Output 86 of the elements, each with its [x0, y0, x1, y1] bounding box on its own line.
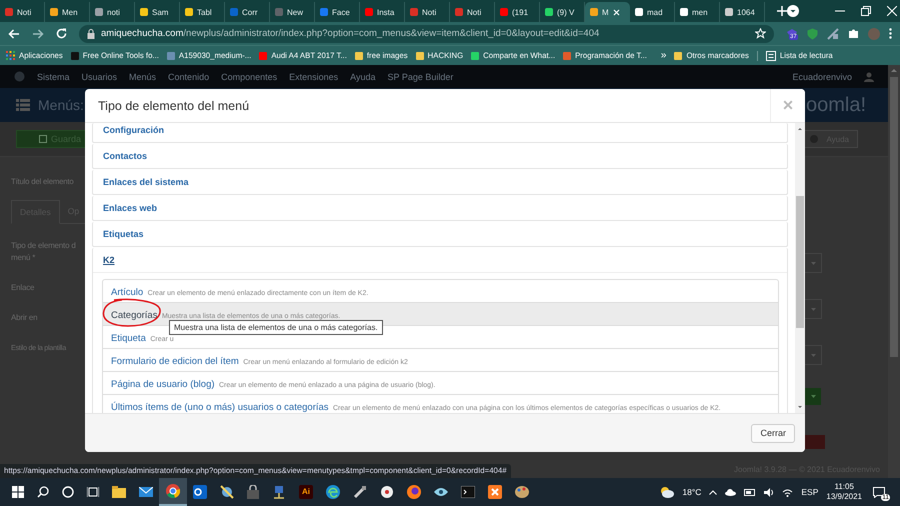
- nav-menu-item[interactable]: Extensiones: [289, 72, 338, 82]
- accordion-header[interactable]: Etiquetas: [93, 222, 787, 246]
- forward-icon[interactable]: [32, 28, 44, 38]
- nav-menu-item[interactable]: Menús: [129, 72, 156, 82]
- bookmark-icon: [416, 52, 424, 60]
- close-icon[interactable]: [887, 6, 897, 16]
- xampp-icon[interactable]: [488, 485, 502, 499]
- lock-icon[interactable]: [247, 485, 259, 499]
- network-icon[interactable]: [272, 485, 286, 499]
- caret-icon: [810, 354, 816, 356]
- nav-menu-item[interactable]: Ayuda: [350, 72, 376, 82]
- firefox-icon[interactable]: [407, 485, 421, 499]
- apps-grid-icon: [6, 51, 15, 60]
- caret-icon: [810, 308, 816, 310]
- terminal-icon[interactable]: [461, 486, 475, 498]
- site-link[interactable]: Ecuadorenvivo: [792, 72, 852, 82]
- star-icon[interactable]: [755, 28, 766, 39]
- outlook-icon[interactable]: [193, 485, 207, 499]
- dropdown-icon[interactable]: [787, 5, 799, 17]
- accordion-header[interactable]: Enlaces del sistema: [93, 170, 787, 194]
- temperature: 18°C: [682, 487, 702, 497]
- accordion-header[interactable]: Enlaces web: [93, 196, 787, 220]
- nav-menu-item[interactable]: SP Page Builder: [388, 72, 454, 82]
- nav-menu-item[interactable]: Sistema: [37, 72, 70, 82]
- windows-logo-icon[interactable]: [12, 486, 24, 498]
- chrome-icon: [166, 484, 180, 498]
- accordion-header[interactable]: Contactos: [93, 144, 787, 168]
- bookmark-icon: [563, 52, 572, 60]
- scrollbar[interactable]: [888, 65, 900, 478]
- more-bookmarks-button[interactable]: »: [660, 50, 666, 61]
- bookmark-icon: [259, 52, 268, 60]
- reload-icon[interactable]: [56, 28, 67, 39]
- edge-icon[interactable]: [326, 485, 340, 499]
- close-button[interactable]: Cerrar: [751, 424, 795, 442]
- tooltip: Muestra una lista de elementos de una o más categorías.: [169, 320, 383, 335]
- mail-icon[interactable]: [139, 487, 153, 497]
- speaker-icon[interactable]: [764, 488, 774, 496]
- browser-tab[interactable]: M: [585, 2, 630, 22]
- wifi-icon[interactable]: [782, 488, 794, 496]
- clock-date[interactable]: 13/9/2021: [826, 492, 862, 502]
- lock-icon: [87, 28, 95, 38]
- cloud-icon[interactable]: [725, 488, 736, 496]
- url-text: amiquechucha.com/newplus/administrator/index.php?option=com_menus&view=item&client_id=0&layout=edit&id=404: [101, 28, 600, 39]
- disc-icon[interactable]: [380, 485, 394, 499]
- bookmark-icon: [354, 52, 363, 60]
- taskbar-app[interactable]: [159, 478, 187, 506]
- bookmark-icon: [471, 52, 480, 60]
- maximize-icon[interactable]: [861, 6, 871, 16]
- palette-icon[interactable]: [515, 485, 529, 499]
- folder-icon: [674, 52, 682, 60]
- scrollbar[interactable]: [795, 123, 805, 413]
- close-icon[interactable]: [612, 8, 620, 16]
- bookmark-icon: [166, 52, 175, 60]
- weather-icon: [660, 486, 674, 498]
- search-icon[interactable]: [37, 486, 49, 498]
- list-icon: [16, 99, 30, 111]
- page-title: Menús:: [38, 97, 84, 113]
- button[interactable]: [805, 388, 821, 405]
- usb-drive-icon[interactable]: [353, 485, 367, 499]
- folder-icon[interactable]: [112, 486, 126, 498]
- dialog-title: Tipo de elemento del menú: [97, 98, 250, 112]
- caret-up-icon[interactable]: [709, 490, 718, 494]
- puzzle-icon[interactable]: [848, 28, 859, 39]
- circle-icon[interactable]: [62, 486, 74, 498]
- new-tab-icon[interactable]: [777, 6, 787, 16]
- edit-icon: [38, 135, 47, 143]
- bookmark-icon: [70, 52, 79, 60]
- accordion-header[interactable]: Configuración: [93, 123, 787, 142]
- back-icon[interactable]: [8, 28, 20, 38]
- more-icon[interactable]: [889, 28, 892, 39]
- language-indicator[interactable]: ESP: [801, 487, 818, 497]
- nav-menu-item[interactable]: Contenido: [168, 72, 210, 82]
- taskbar-app[interactable]: Ai: [299, 485, 313, 499]
- address-bar[interactable]: amiquechucha.com/newplus/administrator/index.php?option=com_menus&view=item&client_id=0&layout=edit&id=404: [79, 24, 774, 42]
- joomla-logo-icon: [14, 71, 25, 82]
- eye-icon[interactable]: [434, 487, 448, 497]
- nav-menu-item[interactable]: Componentes: [221, 72, 278, 82]
- nav-menu-item[interactable]: Usuarios: [82, 72, 118, 82]
- caret-icon: [810, 262, 816, 264]
- battery-icon[interactable]: [744, 488, 756, 496]
- list-icon: [766, 50, 776, 60]
- task-view-icon[interactable]: [87, 486, 99, 498]
- caret-icon: [810, 395, 816, 398]
- clock-time[interactable]: 11:05: [834, 482, 854, 492]
- accordion-header[interactable]: K2: [93, 248, 787, 272]
- logo-text: oomla!: [806, 94, 866, 116]
